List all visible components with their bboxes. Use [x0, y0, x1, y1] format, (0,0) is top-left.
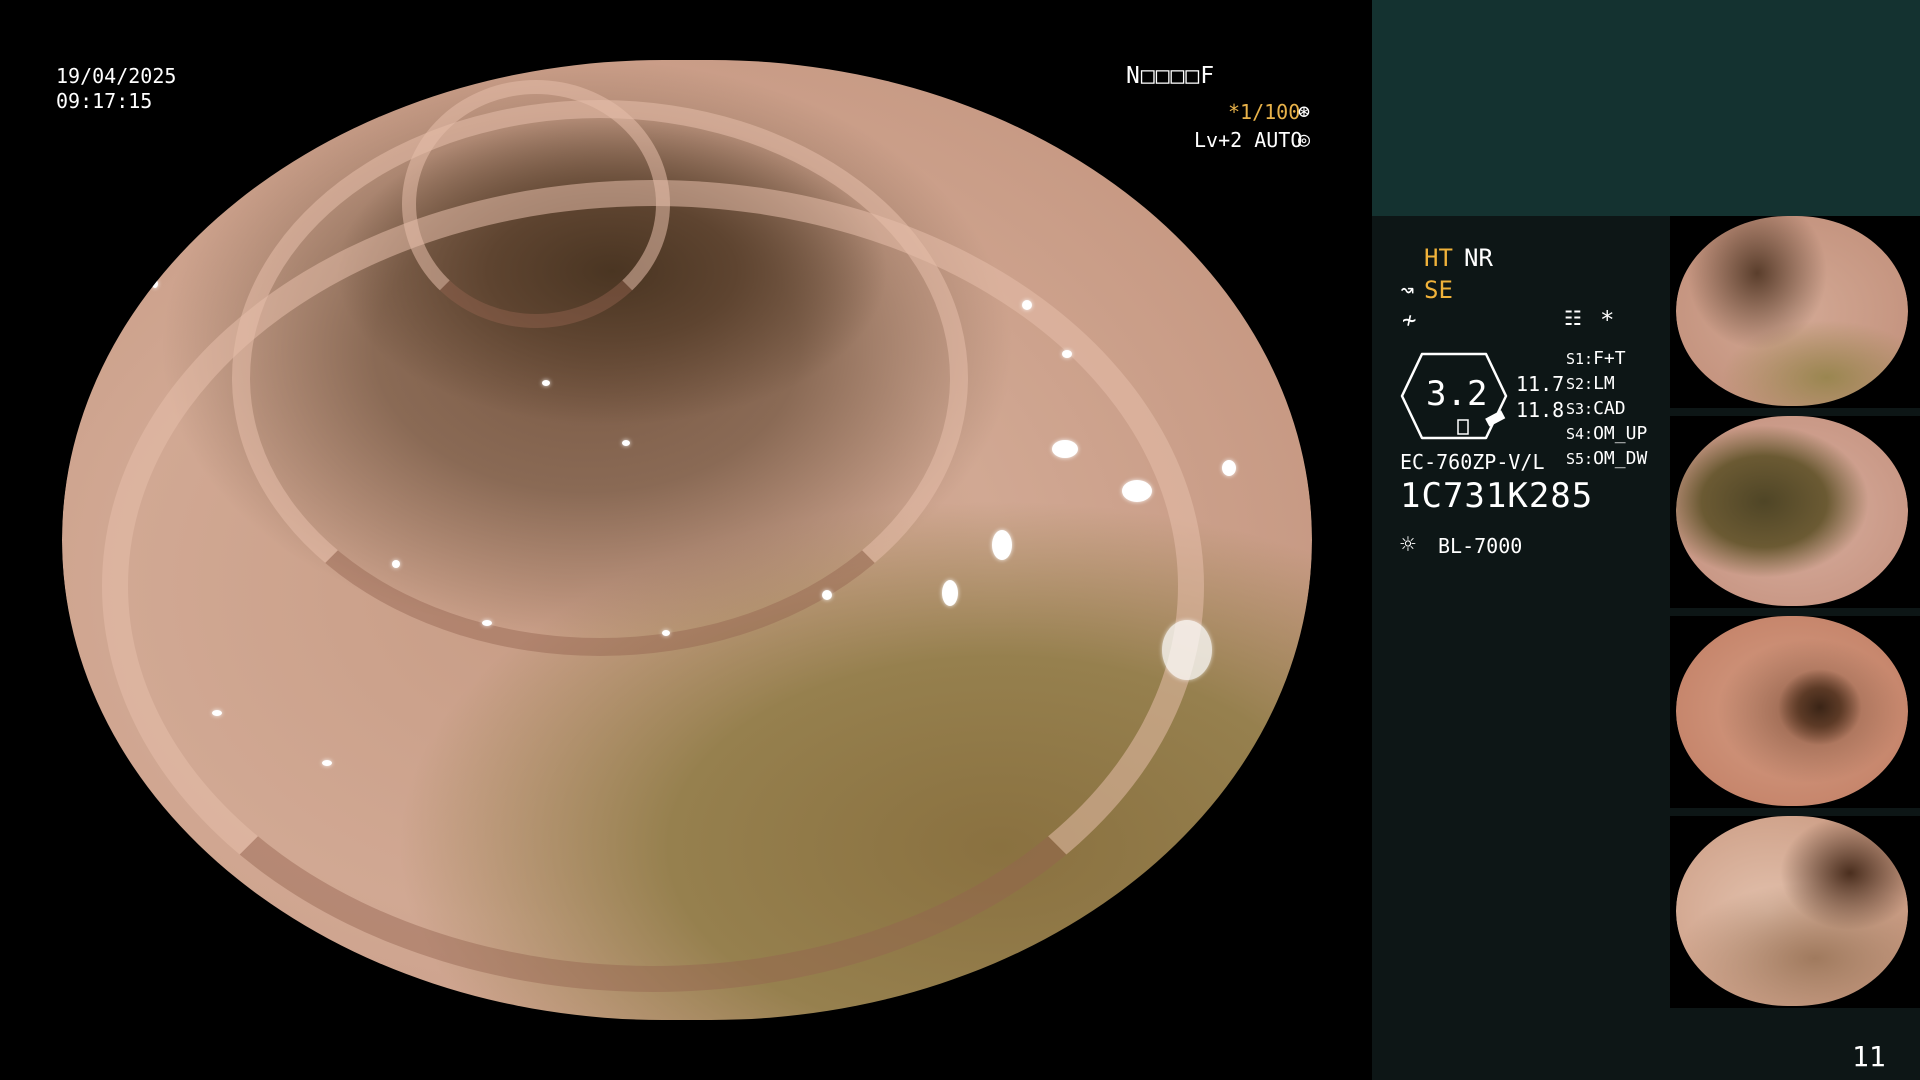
specular-highlight — [1052, 440, 1078, 458]
specular-highlight — [662, 630, 670, 636]
star-indicator: * — [1600, 306, 1615, 334]
scope-diameter: 3.2 — [1426, 374, 1488, 414]
scene-key: S4: — [1566, 425, 1594, 443]
menu-icon: ☷ — [1564, 306, 1582, 330]
specular-highlight — [322, 760, 332, 766]
scope-value-1: 11.7 — [1516, 372, 1565, 396]
structure-enhance-icon: ↝ — [1400, 276, 1415, 304]
thumbnail-image — [1676, 616, 1908, 806]
scene-item[interactable]: S2:LM — [1566, 373, 1615, 394]
specular-highlight — [212, 710, 222, 716]
scene-item[interactable]: S3:CAD — [1566, 398, 1626, 419]
specular-highlight — [1122, 480, 1152, 502]
specular-highlight — [392, 560, 400, 568]
specular-highlight — [822, 590, 832, 600]
scene-item[interactable]: S4:OM_UP — [1566, 423, 1647, 444]
light-source-icon: ☼ — [1400, 530, 1416, 560]
specular-highlight — [1162, 620, 1212, 680]
page-number: 11 — [1852, 1040, 1886, 1073]
mucosal-fold — [402, 80, 670, 328]
captured-thumbnail[interactable] — [1670, 816, 1920, 1008]
thumbnail-image — [1676, 416, 1908, 606]
thumbnail-image — [1676, 816, 1908, 1006]
captured-thumbnail[interactable] — [1670, 216, 1920, 408]
info-panel-header — [1372, 0, 1920, 216]
specular-highlight — [942, 580, 958, 606]
shutter-icon: ⊛ — [1298, 99, 1311, 123]
exam-date: 19/04/2025 — [56, 64, 177, 88]
scope-serial: 1C731K285 — [1400, 476, 1594, 516]
captured-thumbnail[interactable] — [1670, 616, 1920, 808]
mucosal-fold — [102, 180, 1204, 992]
specular-highlight — [1022, 300, 1032, 310]
specular-highlight — [622, 440, 630, 446]
scene-label: CAD — [1593, 398, 1626, 419]
scene-key: S2: — [1566, 375, 1594, 393]
se-indicator: SE — [1424, 276, 1453, 304]
scope-model: EC-760ZP-V/L — [1400, 450, 1545, 474]
endoscope-view — [62, 60, 1312, 1020]
specular-highlight — [1222, 460, 1236, 476]
specular-highlight — [992, 530, 1012, 560]
exam-time: 09:17:15 — [56, 89, 153, 113]
scene-item[interactable]: S5:OM_DW — [1566, 448, 1647, 469]
patient-id: N□□□□F — [1126, 63, 1216, 89]
scene-key: S5: — [1566, 450, 1594, 468]
light-source: BL-7000 — [1438, 534, 1523, 558]
scene-key: S3: — [1566, 400, 1594, 418]
nr-indicator: NR — [1464, 244, 1493, 272]
thumbnail-image — [1676, 216, 1908, 406]
scope-value-2: 11.8 — [1516, 398, 1565, 422]
auto-iris-icon: ◎ — [1298, 127, 1311, 151]
ht-indicator: HT — [1424, 244, 1453, 272]
filter-icon: ≁ — [1402, 306, 1417, 334]
scene-label: LM — [1593, 373, 1615, 394]
scene-item[interactable]: S1:F+T — [1566, 348, 1626, 369]
specular-highlight — [1062, 350, 1072, 358]
specular-highlight — [152, 280, 158, 288]
captured-thumbnail[interactable] — [1670, 416, 1920, 608]
specular-highlight — [542, 380, 550, 386]
shutter-speed: *1/100 — [1228, 100, 1301, 124]
specular-highlight — [482, 620, 492, 626]
brightness-level: Lv+2 AUTO — [1194, 128, 1303, 152]
scene-label: OM_DW — [1593, 448, 1648, 469]
scene-label: F+T — [1593, 348, 1626, 369]
scene-key: S1: — [1566, 350, 1594, 368]
scene-label: OM_UP — [1593, 423, 1648, 444]
